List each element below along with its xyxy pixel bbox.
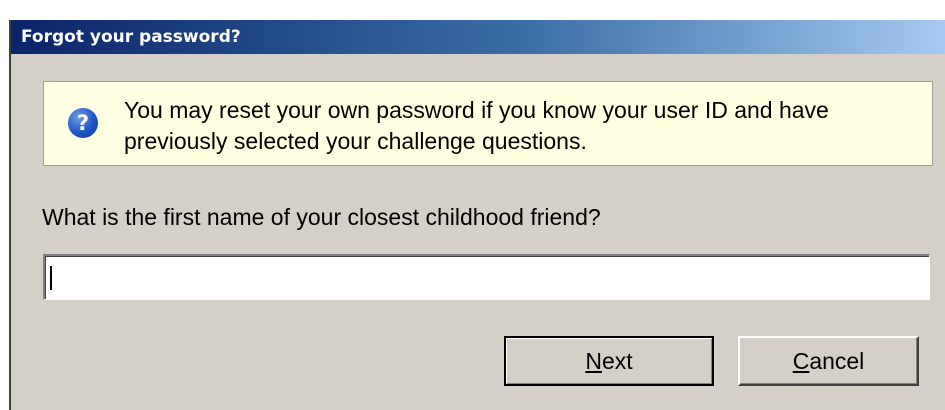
forgot-password-dialog: Forgot your password? ? You may reset yo… <box>9 20 945 410</box>
info-message: You may reset your own password if you k… <box>124 97 829 154</box>
cancel-mnemonic: C <box>792 348 810 374</box>
challenge-answer-input[interactable] <box>43 254 930 300</box>
dialog-title[interactable]: Forgot your password? <box>11 20 945 54</box>
next-button[interactable]: Next <box>504 336 714 386</box>
text-caret <box>50 266 52 290</box>
info-panel: ? You may reset your own password if you… <box>43 81 933 166</box>
next-mnemonic: N <box>585 348 602 374</box>
next-label: ext <box>601 348 633 374</box>
challenge-question-label: What is the first name of your closest c… <box>42 204 601 230</box>
cancel-label: ancel <box>809 348 865 374</box>
help-question-icon: ? <box>68 108 98 138</box>
cancel-button[interactable]: Cancel <box>738 336 919 386</box>
